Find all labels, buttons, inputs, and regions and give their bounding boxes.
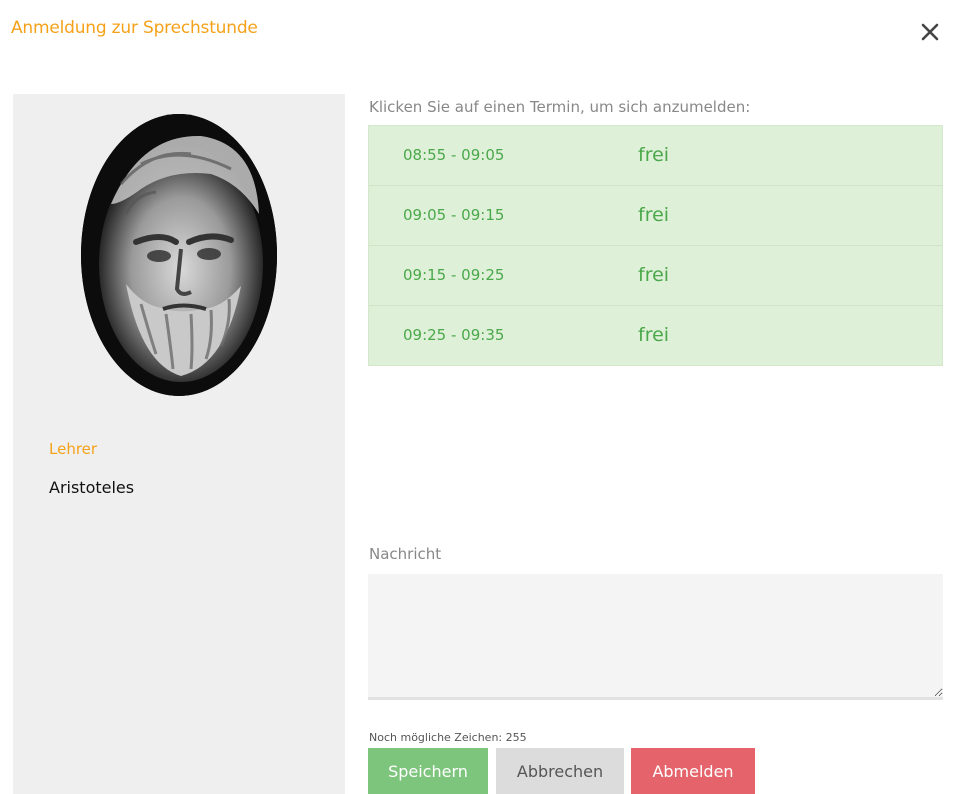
close-button[interactable]	[918, 20, 942, 44]
save-button[interactable]: Speichern	[368, 748, 488, 794]
slot-time: 09:05 - 09:15	[403, 206, 505, 224]
teacher-role-label: Lehrer	[49, 440, 98, 458]
teacher-portrait	[81, 114, 277, 396]
slot-status: frei	[638, 144, 670, 166]
unregister-button[interactable]: Abmelden	[631, 748, 755, 794]
appointment-slot[interactable]: 09:05 - 09:15 frei	[369, 186, 942, 246]
teacher-panel: Lehrer Aristoteles	[13, 94, 345, 794]
message-input[interactable]	[368, 574, 943, 700]
message-label: Nachricht	[369, 545, 442, 563]
slot-status: frei	[638, 264, 670, 286]
dialog-title: Anmeldung zur Sprechstunde	[11, 18, 258, 38]
close-icon	[921, 23, 939, 41]
appointment-slot[interactable]: 08:55 - 09:05 frei	[369, 126, 942, 186]
appointment-slot[interactable]: 09:25 - 09:35 frei	[369, 306, 942, 366]
appointment-slot[interactable]: 09:15 - 09:25 frei	[369, 246, 942, 306]
appointment-slot-list: 08:55 - 09:05 frei 09:05 - 09:15 frei 09…	[368, 125, 943, 366]
cancel-button[interactable]: Abbrechen	[496, 748, 624, 794]
appointment-instruction: Klicken Sie auf einen Termin, um sich an…	[369, 98, 751, 116]
character-counter: Noch mögliche Zeichen: 255	[369, 731, 527, 744]
teacher-name: Aristoteles	[49, 478, 135, 497]
slot-time: 09:15 - 09:25	[403, 266, 505, 284]
slot-time: 08:55 - 09:05	[403, 146, 505, 164]
slot-status: frei	[638, 204, 670, 226]
slot-status: frei	[638, 324, 670, 346]
slot-time: 09:25 - 09:35	[403, 326, 505, 344]
